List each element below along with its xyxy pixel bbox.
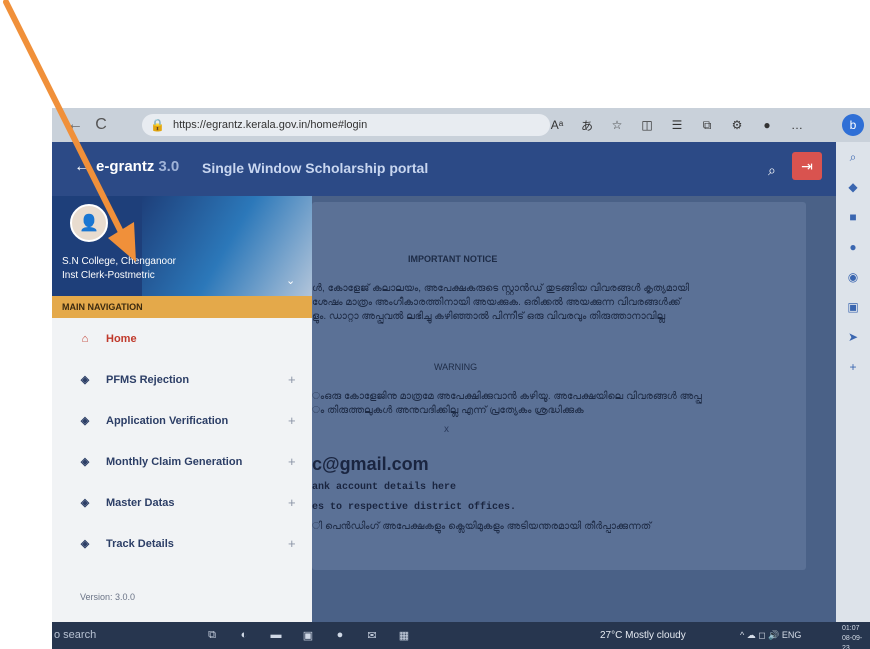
- sidebar-item-home[interactable]: ⌂ Home: [52, 318, 312, 359]
- taskbar-apps: ⧉ ◐ ▬ ▣ ● ✉ ▦: [202, 626, 414, 644]
- tag-icon[interactable]: ◆: [836, 172, 870, 202]
- layers-icon: ◈: [80, 374, 90, 386]
- edge-icon[interactable]: ◐: [234, 626, 254, 644]
- clock[interactable]: 01:07 08-09-23: [842, 624, 870, 649]
- browser-toolbar: ← C 🔒 https://egrantz.kerala.gov.in/home…: [52, 108, 870, 142]
- sidebar-item-label: PFMS Rejection: [106, 373, 190, 386]
- warning-title: WARNING: [434, 362, 478, 372]
- weather-widget[interactable]: 27°C Mostly cloudy: [600, 630, 686, 641]
- search-icon[interactable]: ⌕: [768, 162, 776, 179]
- favorites-list-icon[interactable]: ☰: [664, 114, 690, 136]
- read-aloud-icon[interactable]: Aᵃ: [544, 114, 570, 136]
- version-label: Version: 3.0.0: [80, 592, 136, 602]
- more-icon[interactable]: …: [784, 114, 810, 136]
- store-icon[interactable]: ▣: [298, 626, 318, 644]
- translate-icon[interactable]: あ: [574, 114, 600, 136]
- main-navigation-header: MAIN NAVIGATION: [52, 296, 312, 318]
- profile-panel: 👤 S.N College, Chenganoor Inst Clerk-Pos…: [52, 196, 312, 296]
- notice-line: ളും. ഡാറ്റാ അപ്പ്രൂവൽ ലഭിച്ചു കഴിഞ്ഞാൽ പ…: [312, 311, 666, 322]
- outlook-icon[interactable]: ▣: [836, 292, 870, 322]
- sidebar-item-application-verification[interactable]: ◈ Application Verification +: [52, 400, 312, 441]
- sidebar-item-label: Master Datas: [106, 496, 175, 509]
- notice-line: ൾ, കോളേജ് കലാലയം, അപേക്ഷകരുടെ സ്റ്റാൻഡ് …: [312, 283, 690, 294]
- back-icon[interactable]: ←: [62, 112, 88, 138]
- edge-sidebar: ⌕ ◆ ■ ● ◉ ▣ ➤ +: [836, 142, 870, 622]
- sidebar-item-track-details[interactable]: ◈ Track Details +: [52, 523, 312, 564]
- address-bar[interactable]: 🔒 https://egrantz.kerala.gov.in/home#log…: [142, 114, 550, 136]
- circle-icon[interactable]: ◉: [836, 262, 870, 292]
- layers-icon: ◈: [80, 538, 90, 550]
- split-screen-icon[interactable]: ◫: [634, 114, 660, 136]
- nav-menu: ⌂ Home ◈ PFMS Rejection + ◈ Application …: [52, 318, 312, 564]
- system-tray[interactable]: ^ ☁ ◻ 🔊 ENG: [740, 630, 801, 641]
- task-view-icon[interactable]: ⧉: [202, 626, 222, 644]
- contact-email: c@gmail.com: [312, 454, 429, 474]
- screen: ← C 🔒 https://egrantz.kerala.gov.in/home…: [52, 108, 870, 649]
- collections-icon[interactable]: ⧉: [694, 114, 720, 136]
- pending-note: ി പെൻഡിംഗ് അപേക്ഷകളും ക്ലെയിമുകളും അടിയന…: [312, 521, 652, 532]
- refresh-icon[interactable]: C: [88, 112, 114, 138]
- sidebar-item-label: Application Verification: [106, 414, 229, 427]
- sidebar-item-label: Track Details: [106, 537, 174, 550]
- layers-icon: ◈: [80, 497, 90, 509]
- send-icon[interactable]: ➤: [836, 322, 870, 352]
- expand-icon[interactable]: +: [288, 536, 296, 551]
- page-header: ← e-grantz 3.0 Single Window Scholarship …: [52, 142, 836, 196]
- address-text: https://egrantz.kerala.gov.in/home#login: [172, 119, 368, 131]
- avatar[interactable]: 👤: [70, 204, 108, 242]
- notice-card: IMPORTANT NOTICE ൾ, കോളേജ് കലാലയം, അപേക്…: [312, 202, 806, 570]
- people-icon[interactable]: ●: [836, 232, 870, 262]
- portal-title: Single Window Scholarship portal: [202, 160, 429, 176]
- file-explorer-icon[interactable]: ▬: [266, 626, 286, 644]
- search-icon[interactable]: ⌕: [836, 142, 870, 172]
- lock-icon: 🔒: [150, 118, 165, 132]
- sidebar-item-label: Home: [106, 332, 137, 345]
- bing-icon[interactable]: b: [842, 114, 864, 136]
- menu-back-icon[interactable]: ←: [74, 158, 90, 176]
- layers-icon: ◈: [80, 415, 90, 427]
- toolbar-icons: Aᵃ あ ☆ ◫ ☰ ⧉ ⚙ ● …: [544, 114, 810, 136]
- logout-button[interactable]: ⇥: [792, 152, 822, 180]
- user-role: Inst Clerk-Postmetric: [62, 270, 155, 281]
- add-icon[interactable]: +: [836, 352, 870, 382]
- taskbar-search[interactable]: o search: [54, 629, 96, 641]
- notice-line: ശേഷം മാത്രം അംഗീകാരത്തിനായി അയക്കുക. ഒരി…: [312, 297, 681, 308]
- mail-icon[interactable]: ✉: [362, 626, 382, 644]
- home-icon: ⌂: [81, 332, 89, 345]
- warning-line: ംഒരു കോളേജിനു മാത്രമേ അപേക്ഷിക്കുവാൻ കഴി…: [312, 391, 702, 402]
- sidebar-item-pfms-rejection[interactable]: ◈ PFMS Rejection +: [52, 359, 312, 400]
- district-note: es to respective district offices.: [312, 502, 517, 513]
- notice-title: IMPORTANT NOTICE: [408, 254, 498, 264]
- favorite-icon[interactable]: ☆: [604, 114, 630, 136]
- close-icon[interactable]: x: [444, 424, 449, 435]
- warning-line: ം തിരുത്തലുകൾ അനുവദിക്കില്ല എന്ന് പ്രത്യ…: [312, 405, 584, 416]
- expand-icon[interactable]: +: [288, 413, 296, 428]
- shopping-icon[interactable]: ■: [836, 202, 870, 232]
- sidebar: 👤 S.N College, Chenganoor Inst Clerk-Pos…: [52, 196, 312, 622]
- taskbar: o search ⧉ ◐ ▬ ▣ ● ✉ ▦ 27°C Mostly cloud…: [52, 622, 870, 649]
- sidebar-item-master-datas[interactable]: ◈ Master Datas +: [52, 482, 312, 523]
- firefox-icon[interactable]: ●: [330, 626, 350, 644]
- layers-icon: ◈: [80, 456, 90, 468]
- main-content: IMPORTANT NOTICE ൾ, കോളേജ് കലാലയം, അപേക്…: [312, 196, 836, 622]
- profile-icon[interactable]: ●: [754, 114, 780, 136]
- app-icon[interactable]: ▦: [394, 626, 414, 644]
- expand-icon[interactable]: +: [288, 454, 296, 469]
- expand-icon[interactable]: +: [288, 495, 296, 510]
- college-name: S.N College, Chenganoor: [62, 256, 176, 267]
- expand-icon[interactable]: +: [288, 372, 296, 387]
- bank-note: ank account details here: [312, 482, 457, 493]
- extensions-icon[interactable]: ⚙: [724, 114, 750, 136]
- sidebar-item-label: Monthly Claim Generation: [106, 455, 243, 468]
- chevron-down-icon[interactable]: ⌄: [286, 274, 295, 287]
- sidebar-item-monthly-claim-generation[interactable]: ◈ Monthly Claim Generation +: [52, 441, 312, 482]
- brand[interactable]: e-grantz 3.0: [96, 158, 179, 175]
